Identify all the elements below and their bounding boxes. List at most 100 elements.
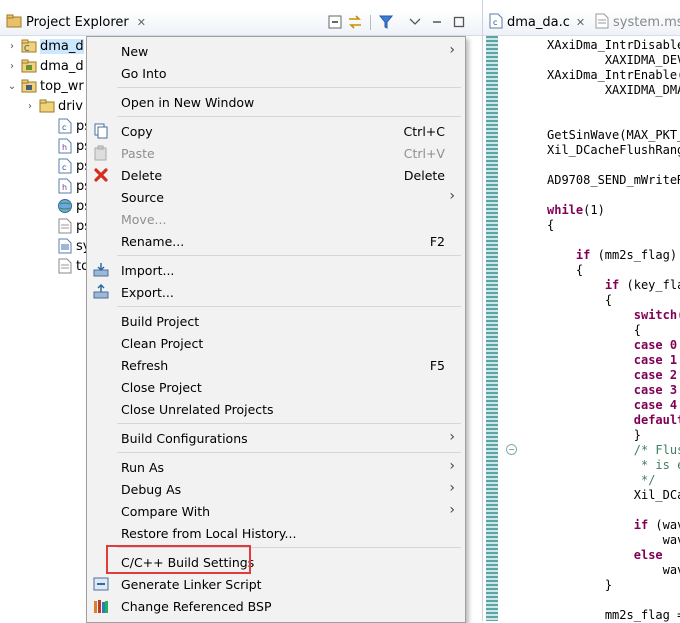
menu-item-close-project[interactable]: Close Project: [87, 376, 465, 398]
tab-system-mss[interactable]: system.mss: [595, 10, 680, 35]
delete-icon: [93, 167, 109, 183]
menu-item-refresh[interactable]: Refresh F5: [87, 354, 465, 376]
code-text: (key_fla: [619, 278, 680, 292]
import-icon: [93, 262, 109, 278]
code-keyword: if: [633, 518, 649, 532]
tree-item[interactable]: › driv: [24, 96, 83, 116]
menu-item-label: Import...: [121, 263, 175, 278]
menu-separator: [117, 423, 461, 424]
menu-item-rename[interactable]: Rename... F2: [87, 230, 465, 252]
menu-item-close-unrelated-projects[interactable]: Close Unrelated Projects: [87, 398, 465, 420]
code-editor: c dma_da.c ✕ system.mss − XAxiDma_IntrDi…: [482, 0, 680, 622]
minimize-icon[interactable]: [428, 13, 446, 31]
menu-item-source[interactable]: Source ›: [87, 186, 465, 208]
code-line: if (mm2s_flag): [576, 248, 677, 263]
bsp-project-icon: [21, 58, 37, 74]
menu-item-delete[interactable]: Delete Delete: [87, 164, 465, 186]
menu-separator: [117, 452, 461, 453]
tree-item-label: dma_d: [40, 38, 84, 54]
tree-item[interactable]: ⌄ top_wr: [6, 76, 84, 96]
collapse-all-icon[interactable]: [326, 13, 344, 31]
svg-text:c: c: [62, 163, 66, 172]
menu-item-shortcut: Ctrl+V: [403, 146, 445, 161]
maximize-icon[interactable]: [450, 13, 468, 31]
close-icon[interactable]: ✕: [137, 16, 146, 29]
code-line: /* Flus: [633, 443, 680, 457]
fold-collapse-icon[interactable]: −: [506, 444, 517, 455]
submenu-arrow-icon: ›: [449, 42, 455, 58]
menu-item-label: Open in New Window: [121, 95, 255, 110]
menu-item-copy[interactable]: Copy Ctrl+C: [87, 120, 465, 142]
code-line: }: [604, 578, 613, 592]
tree-item[interactable]: › dma_d: [6, 56, 84, 76]
folder-icon: [39, 98, 55, 114]
close-icon[interactable]: ✕: [576, 16, 585, 29]
tab-dma-da-c[interactable]: c dma_da.c ✕: [489, 10, 585, 35]
menu-item-label: Compare With: [121, 504, 211, 519]
menu-item-clean-project[interactable]: Clean Project: [87, 332, 465, 354]
menu-item-label: Clean Project: [121, 336, 204, 351]
menu-item-label: New: [121, 44, 149, 59]
menu-item-label: Change Referenced BSP: [121, 599, 272, 614]
submenu-arrow-icon: ›: [449, 502, 455, 518]
chevron-down-icon[interactable]: ⌄: [6, 81, 18, 92]
h-file-icon: h: [57, 138, 73, 154]
code-line: XAxiDma_IntrEnable(&: [547, 68, 680, 82]
menu-item-run-as[interactable]: Run As ›: [87, 456, 465, 478]
menu-item-label: Refresh: [121, 358, 169, 373]
filter-icon[interactable]: [377, 13, 395, 31]
tree-item[interactable]: › Cdma_d: [6, 36, 84, 56]
svg-text:C: C: [24, 44, 30, 53]
code-line: wav: [662, 563, 680, 577]
menu-item-build-project[interactable]: Build Project: [87, 310, 465, 332]
menu-item-label: Export...: [121, 285, 174, 300]
code-line: case 4: [633, 398, 678, 412]
menu-item-label: Source: [121, 190, 164, 205]
code-line: Xil_DCa: [633, 488, 680, 502]
code-line: */: [633, 473, 656, 487]
link-with-editor-icon[interactable]: [346, 13, 364, 31]
menu-item-open-in-new-window[interactable]: Open in New Window: [87, 91, 465, 113]
code-line: while(1): [547, 203, 605, 218]
menu-item-label: Delete: [121, 168, 163, 183]
menu-item-label: Build Configurations: [121, 431, 248, 446]
menu-item-new[interactable]: New ›: [87, 40, 465, 62]
svg-text:c: c: [62, 123, 66, 132]
chevron-right-icon[interactable]: ›: [6, 61, 18, 72]
menu-item-export[interactable]: Export...: [87, 281, 465, 303]
menu-item-label: Rename...: [121, 234, 185, 249]
menu-item-compare-with[interactable]: Compare With ›: [87, 500, 465, 522]
menu-item-restore-from-local-history[interactable]: Restore from Local History...: [87, 522, 465, 544]
menu-item-label: Close Unrelated Projects: [121, 402, 274, 417]
menu-item-label: Move...: [121, 212, 167, 227]
menu-item-debug-as[interactable]: Debug As ›: [87, 478, 465, 500]
tab-project-explorer[interactable]: Project Explorer ✕: [2, 10, 150, 35]
menu-item-generate-linker-script[interactable]: Generate Linker Script: [87, 573, 465, 595]
menu-item-shortcut: F2: [429, 234, 445, 249]
tree-item-label: dma_d: [40, 58, 84, 74]
svg-text:h: h: [62, 143, 67, 152]
code-text: (mm2s_flag): [590, 248, 678, 262]
text-file-icon: [57, 218, 73, 234]
menu-item-import[interactable]: Import...: [87, 259, 465, 281]
annotation-ruler: [501, 36, 525, 621]
view-menu-icon[interactable]: [406, 13, 424, 31]
menu-item-build-configurations[interactable]: Build Configurations ›: [87, 427, 465, 449]
export-icon: [93, 284, 109, 300]
annotation-highlight-box: [106, 545, 251, 574]
svg-text:h: h: [62, 183, 67, 192]
code-line: Xil_DCacheFlushRang: [547, 143, 680, 157]
menu-item-label: Close Project: [121, 380, 202, 395]
bsp-library-icon: [93, 598, 109, 614]
menu-separator: [117, 255, 461, 256]
chevron-right-icon[interactable]: ›: [6, 41, 18, 52]
code-line: }: [633, 428, 641, 442]
menu-item-label: Generate Linker Script: [121, 577, 262, 592]
code-line: case 3: [633, 383, 678, 397]
code-line: XAxiDma_IntrDisable: [547, 38, 680, 52]
menu-item-change-referenced-bsp[interactable]: Change Referenced BSP: [87, 595, 465, 617]
menu-item-go-into[interactable]: Go Into: [87, 62, 465, 84]
code-line: if (wav: [634, 518, 680, 533]
menu-item-move: Move...: [87, 208, 465, 230]
chevron-right-icon[interactable]: ›: [24, 101, 36, 112]
